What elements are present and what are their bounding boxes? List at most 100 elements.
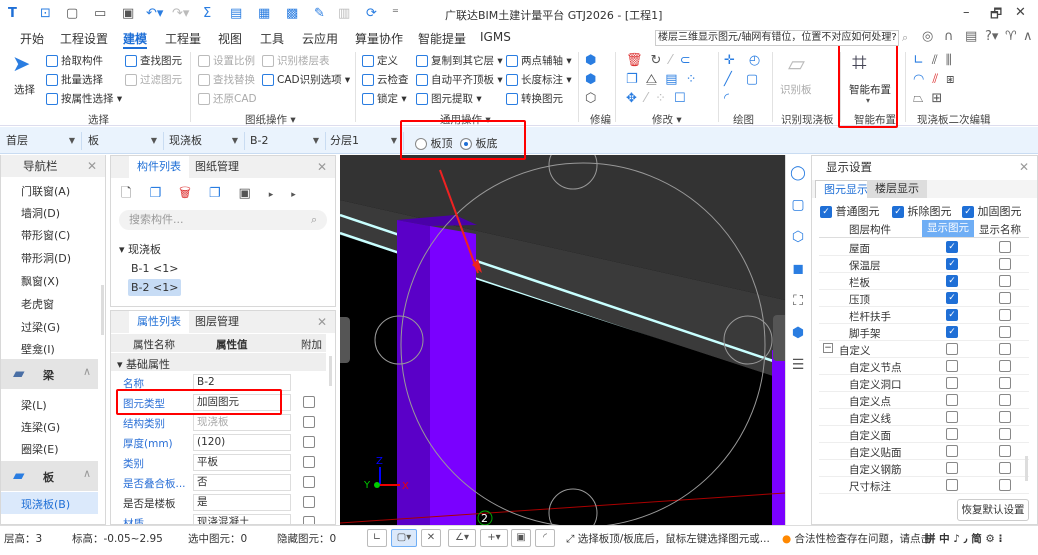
set-scale-button[interactable]: 设置比例 bbox=[198, 53, 255, 68]
tab-layer-management[interactable]: 图层管理 bbox=[187, 311, 247, 333]
nav-group-slab[interactable]: ▰ 板 ∧ bbox=[1, 461, 98, 491]
property-value[interactable]: 平板 bbox=[193, 454, 291, 471]
fullscreen-icon[interactable]: ⛶ bbox=[786, 285, 810, 317]
show-element-checkbox[interactable] bbox=[946, 360, 958, 372]
new-icon[interactable]: ⊡ bbox=[40, 6, 51, 21]
check-slab-icon[interactable]: ⊞ bbox=[931, 91, 950, 106]
show-element-checkbox[interactable] bbox=[946, 377, 958, 389]
move-icon[interactable]: ✥ bbox=[626, 91, 645, 106]
type-select[interactable]: 板 ▼ bbox=[84, 132, 164, 150]
report-icon[interactable]: ▤ bbox=[230, 6, 242, 21]
offset-button[interactable]: +▾ bbox=[480, 529, 508, 547]
property-value[interactable]: 否 bbox=[193, 474, 291, 491]
undo-icon[interactable]: ↶▾ bbox=[146, 6, 163, 21]
nav-item[interactable]: 壁龛(I) bbox=[21, 341, 55, 357]
close-icon[interactable]: ✕ bbox=[317, 156, 327, 178]
ortho-button[interactable]: ∟ bbox=[367, 529, 387, 547]
calendar-icon[interactable]: ▤ bbox=[965, 29, 977, 44]
attach-checkbox[interactable] bbox=[303, 476, 315, 488]
snap-button[interactable]: ▢▾ bbox=[391, 529, 417, 547]
nav-item[interactable]: 圈梁(E) bbox=[21, 441, 59, 457]
warning-message[interactable]: ● 合法性检查存在问题，请点击 bbox=[782, 531, 931, 546]
draw-icon[interactable]: ✎ bbox=[314, 6, 325, 21]
3d-viewport[interactable]: Z Y X 2 bbox=[340, 155, 785, 525]
show-element-checkbox[interactable] bbox=[946, 394, 958, 406]
save-icon[interactable]: ▣ bbox=[122, 6, 134, 21]
user-icon[interactable]: ◎ bbox=[922, 29, 933, 44]
copy-to-floor-button[interactable]: 复制到其它层 ▾ bbox=[416, 53, 503, 68]
component-select[interactable]: B-2 ▼ bbox=[246, 132, 326, 150]
viewport-scene[interactable]: Z Y X 2 bbox=[340, 155, 785, 525]
scrollbar[interactable] bbox=[329, 356, 332, 386]
mirror-icon[interactable]: ⧋ bbox=[646, 72, 666, 87]
show-name-checkbox[interactable] bbox=[999, 462, 1011, 474]
component-item[interactable]: B-1 <1> bbox=[131, 262, 178, 275]
nav-group-beam[interactable]: ▰ 梁 ∧ bbox=[1, 359, 98, 389]
filter-reinforce[interactable]: ✓ 加固图元 bbox=[962, 203, 1022, 219]
layer-select[interactable]: 分层1 ▼ bbox=[326, 132, 404, 150]
property-value[interactable]: 现浇混凝土 bbox=[193, 514, 291, 524]
show-element-checkbox[interactable]: ✓ bbox=[946, 326, 958, 338]
repair-cube2-icon[interactable]: ⬢ bbox=[585, 72, 596, 87]
rect-icon[interactable]: ▢ bbox=[746, 72, 772, 87]
attach-checkbox[interactable] bbox=[303, 436, 315, 448]
arc-button[interactable]: ◜ bbox=[535, 529, 555, 547]
cloud-check-button[interactable]: 云检查 bbox=[362, 72, 409, 87]
grid-icon[interactable]: ▦ bbox=[258, 6, 270, 21]
help-icon[interactable]: ?▾ bbox=[985, 29, 998, 44]
list-icon[interactable]: ☰ bbox=[786, 349, 810, 381]
nav-item[interactable]: 墙洞(D) bbox=[21, 205, 60, 221]
restore-button[interactable]: 🗗 bbox=[990, 5, 1002, 27]
menu-modeling[interactable]: 建模 bbox=[123, 30, 148, 49]
3d-view-icon[interactable]: ⬡ bbox=[786, 221, 810, 253]
nav-item[interactable]: 老虎窗 bbox=[21, 296, 54, 312]
file-icon[interactable]: ▢ bbox=[66, 6, 78, 21]
2d-view-icon[interactable]: ▢ bbox=[786, 189, 810, 221]
select-button[interactable]: 选择 bbox=[14, 82, 35, 97]
subtype-select[interactable]: 现浇板 ▼ bbox=[165, 132, 245, 150]
show-name-checkbox[interactable] bbox=[999, 445, 1011, 457]
menu-start[interactable]: 开始 bbox=[20, 30, 44, 47]
show-element-checkbox[interactable] bbox=[946, 428, 958, 440]
dynamic-input-button[interactable]: ▣ bbox=[511, 529, 531, 547]
menu-collab[interactable]: 算量协作 bbox=[355, 30, 403, 47]
redo-icon[interactable]: ↷▾ bbox=[172, 6, 189, 21]
show-name-checkbox[interactable] bbox=[999, 343, 1011, 355]
layer-copy-icon[interactable]: ❐ bbox=[209, 186, 239, 201]
refresh-icon[interactable]: ⟳ bbox=[366, 6, 377, 21]
convert-element-button[interactable]: 转换图元 bbox=[506, 91, 563, 106]
show-element-checkbox[interactable]: ✓ bbox=[946, 258, 958, 270]
two-point-axis-button[interactable]: 两点辅轴 ▾ bbox=[506, 53, 572, 68]
more-icon[interactable]: ▸▸ bbox=[269, 190, 314, 200]
repair-cube3-icon[interactable]: ⬡ bbox=[585, 91, 596, 106]
collapse-right-handle[interactable] bbox=[773, 315, 785, 361]
circle-point-icon[interactable]: ◴ bbox=[749, 53, 774, 68]
search-icon[interactable]: ⌕ bbox=[311, 213, 317, 227]
show-name-checkbox[interactable] bbox=[999, 258, 1011, 270]
close-icon[interactable]: ✕ bbox=[317, 311, 327, 333]
component-item-selected[interactable]: B-2 <1> bbox=[128, 279, 182, 296]
copy-icon[interactable]: ❐ bbox=[626, 72, 646, 87]
align-icon[interactable]: ▤ bbox=[665, 72, 685, 87]
attach-checkbox[interactable] bbox=[303, 516, 315, 524]
nav-item[interactable]: 连梁(G) bbox=[21, 419, 60, 435]
menu-project-settings[interactable]: 工程设置 bbox=[60, 30, 108, 47]
show-element-checkbox[interactable]: ✓ bbox=[946, 309, 958, 321]
nav-item[interactable]: 过梁(G) bbox=[21, 319, 60, 335]
recognize-floor-table-button[interactable]: 识别楼层表 bbox=[262, 53, 330, 68]
remove-slope-icon[interactable]: ⫽ bbox=[932, 72, 946, 87]
section-basic[interactable]: ▾ 基础属性 bbox=[111, 353, 326, 371]
show-name-checkbox[interactable] bbox=[999, 241, 1011, 253]
delete-icon[interactable]: 🗑 bbox=[626, 53, 651, 68]
extract-element-button[interactable]: 图元提取 ▾ bbox=[416, 91, 482, 106]
nav-item[interactable]: 梁(L) bbox=[21, 397, 47, 413]
menu-view[interactable]: 视图 bbox=[218, 30, 242, 47]
delete-component-icon[interactable]: 🗑 bbox=[179, 186, 209, 201]
attach-checkbox[interactable] bbox=[303, 496, 315, 508]
cross-button[interactable]: ✕ bbox=[421, 529, 441, 547]
cube-icon[interactable]: ◼ bbox=[786, 253, 810, 285]
show-element-checkbox[interactable]: ✓ bbox=[946, 292, 958, 304]
show-element-checkbox[interactable]: ✓ bbox=[946, 275, 958, 287]
customize-icon[interactable]: ⁼ bbox=[392, 6, 399, 21]
nav-item[interactable]: 飘窗(X) bbox=[21, 273, 59, 289]
